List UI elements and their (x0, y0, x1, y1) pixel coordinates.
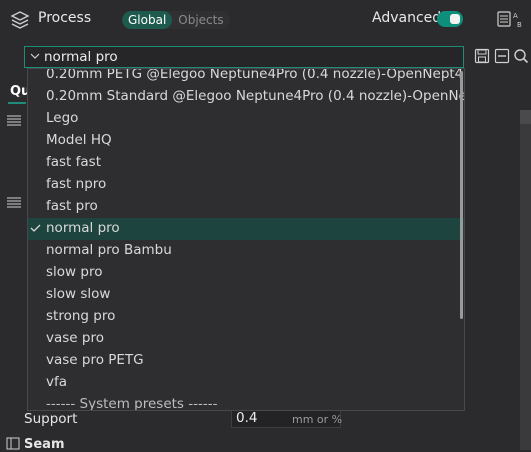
advanced-label: Advanced (372, 10, 442, 26)
process-header: Process Global Objects Advanced A B (0, 0, 531, 38)
scroll-up-button[interactable] (520, 110, 531, 124)
preset-option[interactable]: vase pro PETG (28, 350, 464, 372)
panel-title: Process (38, 10, 92, 26)
support-label: Support (24, 411, 78, 427)
preset-option-label: slow pro (46, 264, 103, 280)
preset-option[interactable]: slow pro (28, 262, 464, 284)
preset-option[interactable]: vase pro (28, 328, 464, 350)
separator-label: ------ System presets ------ (46, 396, 218, 411)
compare-settings-icon[interactable]: A B (497, 8, 525, 30)
support-value[interactable]: 0.4 (236, 410, 257, 426)
layers-list-icon (7, 197, 21, 208)
preset-option-label: Lego (46, 110, 79, 126)
delete-icon[interactable] (494, 47, 510, 65)
dropdown-scrollbar[interactable] (460, 71, 463, 319)
preset-option[interactable]: slow slow (28, 284, 464, 306)
preset-option[interactable]: fast pro (28, 196, 464, 218)
scope-switch[interactable]: Global Objects (122, 11, 230, 29)
preset-option[interactable]: 0.20mm Standard @Elegoo Neptune4Pro (0.4… (28, 86, 464, 108)
svg-text:B: B (517, 21, 522, 29)
preset-option[interactable]: normal pro Bambu (28, 240, 464, 262)
preset-value[interactable]: normal pro (44, 49, 118, 65)
preset-option-label: vfa (46, 374, 68, 390)
layers-icon (10, 11, 30, 29)
preset-option-label: fast fast (46, 154, 101, 170)
preset-option-label: normal pro (46, 220, 120, 236)
preset-option-selected[interactable]: normal pro (28, 218, 464, 240)
preset-option-label: 0.20mm Standard @Elegoo Neptune4Pro (0.4… (46, 88, 465, 104)
search-icon[interactable] (513, 47, 529, 65)
preset-option-label: fast pro (46, 198, 98, 214)
preset-option[interactable]: Model HQ (28, 130, 464, 152)
scope-tab-objects[interactable]: Objects (172, 11, 229, 29)
preset-option-label: slow slow (46, 286, 111, 302)
checkmark-icon (30, 224, 41, 232)
preset-dropdown-list[interactable]: 0.20mm PETG @Elegoo Neptune4Pro (0.4 noz… (27, 68, 465, 411)
preset-option-label: normal pro Bambu (46, 242, 172, 258)
preset-option[interactable]: fast fast (28, 152, 464, 174)
preset-combobox[interactable]: normal pro (24, 46, 464, 68)
preset-option-label: vase pro (46, 330, 104, 346)
preset-option-label: strong pro (46, 308, 116, 324)
seam-icon (6, 437, 20, 450)
save-icon[interactable] (474, 47, 490, 65)
svg-text:A: A (513, 12, 518, 20)
preset-option-label: Model HQ (46, 132, 112, 148)
preset-option[interactable]: Lego (28, 108, 464, 130)
scope-tab-global[interactable]: Global (122, 11, 173, 29)
chevron-down-icon (30, 53, 40, 59)
support-unit: mm or % (292, 413, 343, 426)
preset-option-label: vase pro PETG (46, 352, 144, 368)
settings-scrollbar[interactable] (520, 110, 531, 450)
list-icon (7, 115, 21, 126)
toggle-knob (450, 14, 460, 24)
active-tab-underline (8, 102, 26, 104)
preset-option-label: fast npro (46, 176, 107, 192)
preset-option-label: 0.20mm PETG @Elegoo Neptune4Pro (0.4 noz… (46, 68, 465, 82)
preset-option[interactable]: strong pro (28, 306, 464, 328)
preset-option[interactable]: 0.20mm PETG @Elegoo Neptune4Pro (0.4 noz… (28, 68, 465, 86)
advanced-toggle[interactable] (437, 11, 463, 27)
preset-option[interactable]: vfa (28, 372, 464, 394)
system-presets-separator: ------ System presets ------ (28, 394, 464, 411)
preset-option[interactable]: fast npro (28, 174, 464, 196)
